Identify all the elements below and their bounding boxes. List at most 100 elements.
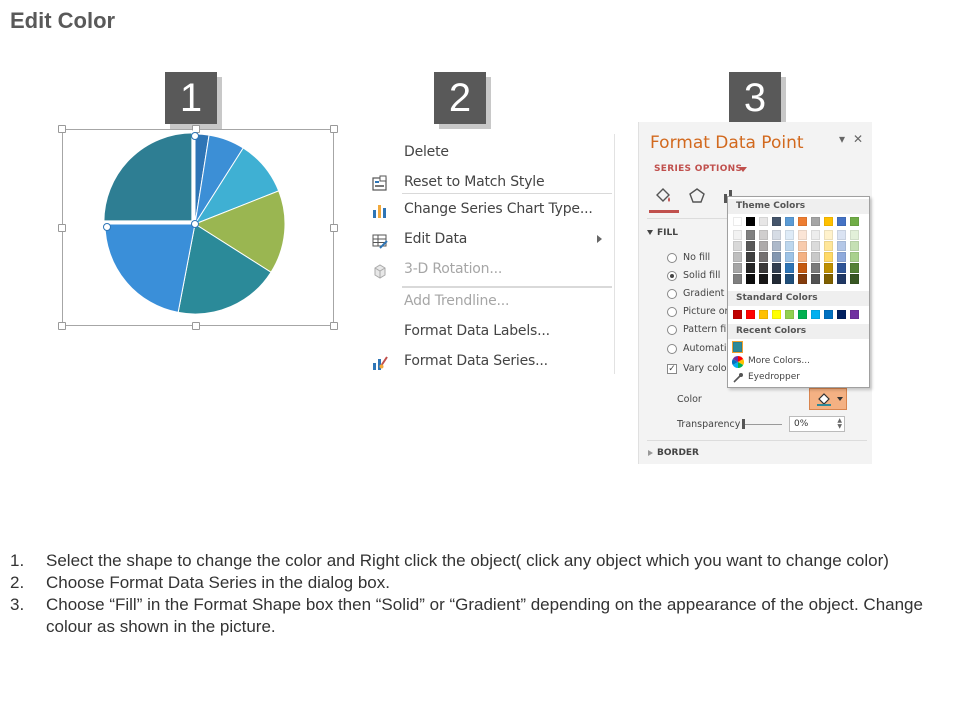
theme-shade-swatch[interactable] — [837, 263, 846, 273]
menu-item-format-data-series[interactable]: Format Data Series... — [366, 350, 614, 376]
theme-shade-swatch[interactable] — [811, 252, 820, 262]
standard-color-swatch[interactable] — [824, 310, 833, 319]
theme-shade-swatch[interactable] — [824, 252, 833, 262]
theme-shade-swatch[interactable] — [785, 230, 794, 240]
theme-shade-swatch[interactable] — [811, 230, 820, 240]
theme-shade-swatch[interactable] — [837, 274, 846, 284]
theme-shade-swatch[interactable] — [772, 274, 781, 284]
close-icon[interactable]: ✕ — [853, 132, 863, 146]
radio-button[interactable] — [667, 289, 677, 299]
more-colors-link[interactable]: More Colors... — [748, 356, 810, 366]
standard-color-swatch[interactable] — [850, 310, 859, 319]
chevron-down-icon[interactable] — [739, 167, 747, 172]
resize-handle-left[interactable] — [58, 224, 66, 232]
standard-color-swatch[interactable] — [785, 310, 794, 319]
effects-tab-icon[interactable] — [687, 186, 707, 206]
theme-shade-swatch[interactable] — [837, 241, 846, 251]
theme-color-swatch[interactable] — [850, 217, 859, 226]
theme-shade-swatch[interactable] — [798, 241, 807, 251]
theme-shade-swatch[interactable] — [759, 252, 768, 262]
theme-shade-swatch[interactable] — [785, 274, 794, 284]
standard-color-swatch[interactable] — [811, 310, 820, 319]
theme-color-swatch[interactable] — [733, 217, 742, 226]
theme-shade-swatch[interactable] — [772, 241, 781, 251]
theme-shade-swatch[interactable] — [811, 241, 820, 251]
theme-shade-swatch[interactable] — [772, 252, 781, 262]
theme-shade-swatch[interactable] — [837, 230, 846, 240]
radio-button[interactable] — [667, 344, 677, 354]
theme-shade-swatch[interactable] — [746, 263, 755, 273]
theme-shade-swatch[interactable] — [850, 252, 859, 262]
theme-shade-swatch[interactable] — [850, 263, 859, 273]
transparency-input[interactable]: 0% ▲ ▼ — [789, 416, 845, 432]
radio-button[interactable] — [667, 253, 677, 263]
theme-shade-swatch[interactable] — [733, 230, 742, 240]
theme-shade-swatch[interactable] — [772, 263, 781, 273]
pie-chart[interactable] — [95, 128, 295, 328]
theme-shade-swatch[interactable] — [733, 274, 742, 284]
fill-color-button[interactable] — [809, 388, 847, 410]
theme-color-swatch[interactable] — [759, 217, 768, 226]
theme-shade-swatch[interactable] — [746, 230, 755, 240]
theme-color-swatch[interactable] — [785, 217, 794, 226]
theme-shade-swatch[interactable] — [746, 241, 755, 251]
theme-shade-swatch[interactable] — [759, 274, 768, 284]
theme-shade-swatch[interactable] — [798, 263, 807, 273]
menu-item-change-series-chart-type[interactable]: Change Series Chart Type... — [366, 198, 614, 224]
theme-shade-swatch[interactable] — [733, 252, 742, 262]
menu-item-format-data-labels[interactable]: Format Data Labels... — [366, 320, 614, 346]
menu-item-add-trendline[interactable]: Add Trendline... — [366, 290, 614, 316]
transparency-slider-thumb[interactable] — [742, 419, 745, 429]
theme-color-swatch[interactable] — [798, 217, 807, 226]
standard-color-swatch[interactable] — [772, 310, 781, 319]
menu-item-edit-data[interactable]: Edit Data — [366, 228, 614, 254]
resize-handle-top-left[interactable] — [58, 125, 66, 133]
theme-shade-swatch[interactable] — [798, 230, 807, 240]
resize-handle-bottom-left[interactable] — [58, 322, 66, 330]
series-options-dropdown[interactable]: SERIES OPTIONS — [654, 164, 742, 174]
menu-item-3d-rotation[interactable]: 3-D Rotation... — [366, 258, 614, 284]
theme-shade-swatch[interactable] — [785, 252, 794, 262]
theme-color-swatch[interactable] — [772, 217, 781, 226]
theme-shade-swatch[interactable] — [772, 230, 781, 240]
theme-shade-swatch[interactable] — [785, 241, 794, 251]
fill-line-tab-icon[interactable] — [653, 186, 673, 206]
theme-shade-swatch[interactable] — [759, 263, 768, 273]
theme-shade-swatch[interactable] — [824, 274, 833, 284]
checkbox[interactable]: ✓ — [667, 364, 677, 374]
theme-shade-swatch[interactable] — [837, 252, 846, 262]
theme-shade-swatch[interactable] — [850, 230, 859, 240]
theme-shade-swatch[interactable] — [811, 274, 820, 284]
theme-shade-swatch[interactable] — [785, 263, 794, 273]
theme-shade-swatch[interactable] — [798, 252, 807, 262]
theme-shade-swatch[interactable] — [824, 263, 833, 273]
theme-color-swatch[interactable] — [837, 217, 846, 226]
slice-selection-handle[interactable] — [191, 132, 199, 140]
transparency-slider-track[interactable] — [744, 424, 782, 425]
theme-shade-swatch[interactable] — [759, 230, 768, 240]
standard-color-swatch[interactable] — [798, 310, 807, 319]
theme-shade-swatch[interactable] — [811, 263, 820, 273]
eyedropper-link[interactable]: Eyedropper — [748, 372, 800, 382]
theme-shade-swatch[interactable] — [798, 274, 807, 284]
border-section-header[interactable]: BORDER — [657, 448, 699, 458]
radio-button[interactable] — [667, 271, 677, 281]
theme-shade-swatch[interactable] — [746, 274, 755, 284]
resize-handle-bottom-right[interactable] — [330, 322, 338, 330]
theme-shade-swatch[interactable] — [733, 263, 742, 273]
recent-color-swatch[interactable] — [732, 341, 743, 353]
slice-selection-handle[interactable] — [103, 223, 111, 231]
theme-color-swatch[interactable] — [811, 217, 820, 226]
theme-color-swatch[interactable] — [824, 217, 833, 226]
radio-button[interactable] — [667, 307, 677, 317]
menu-item-delete[interactable]: Delete — [366, 141, 614, 167]
standard-color-swatch[interactable] — [733, 310, 742, 319]
theme-shade-swatch[interactable] — [850, 274, 859, 284]
standard-color-swatch[interactable] — [837, 310, 846, 319]
theme-color-swatch[interactable] — [746, 217, 755, 226]
resize-handle-right[interactable] — [330, 224, 338, 232]
spinner-arrows-icon[interactable]: ▲ ▼ — [837, 418, 842, 430]
collapse-fill-icon[interactable] — [647, 230, 653, 235]
resize-handle-top-right[interactable] — [330, 125, 338, 133]
theme-shade-swatch[interactable] — [759, 241, 768, 251]
